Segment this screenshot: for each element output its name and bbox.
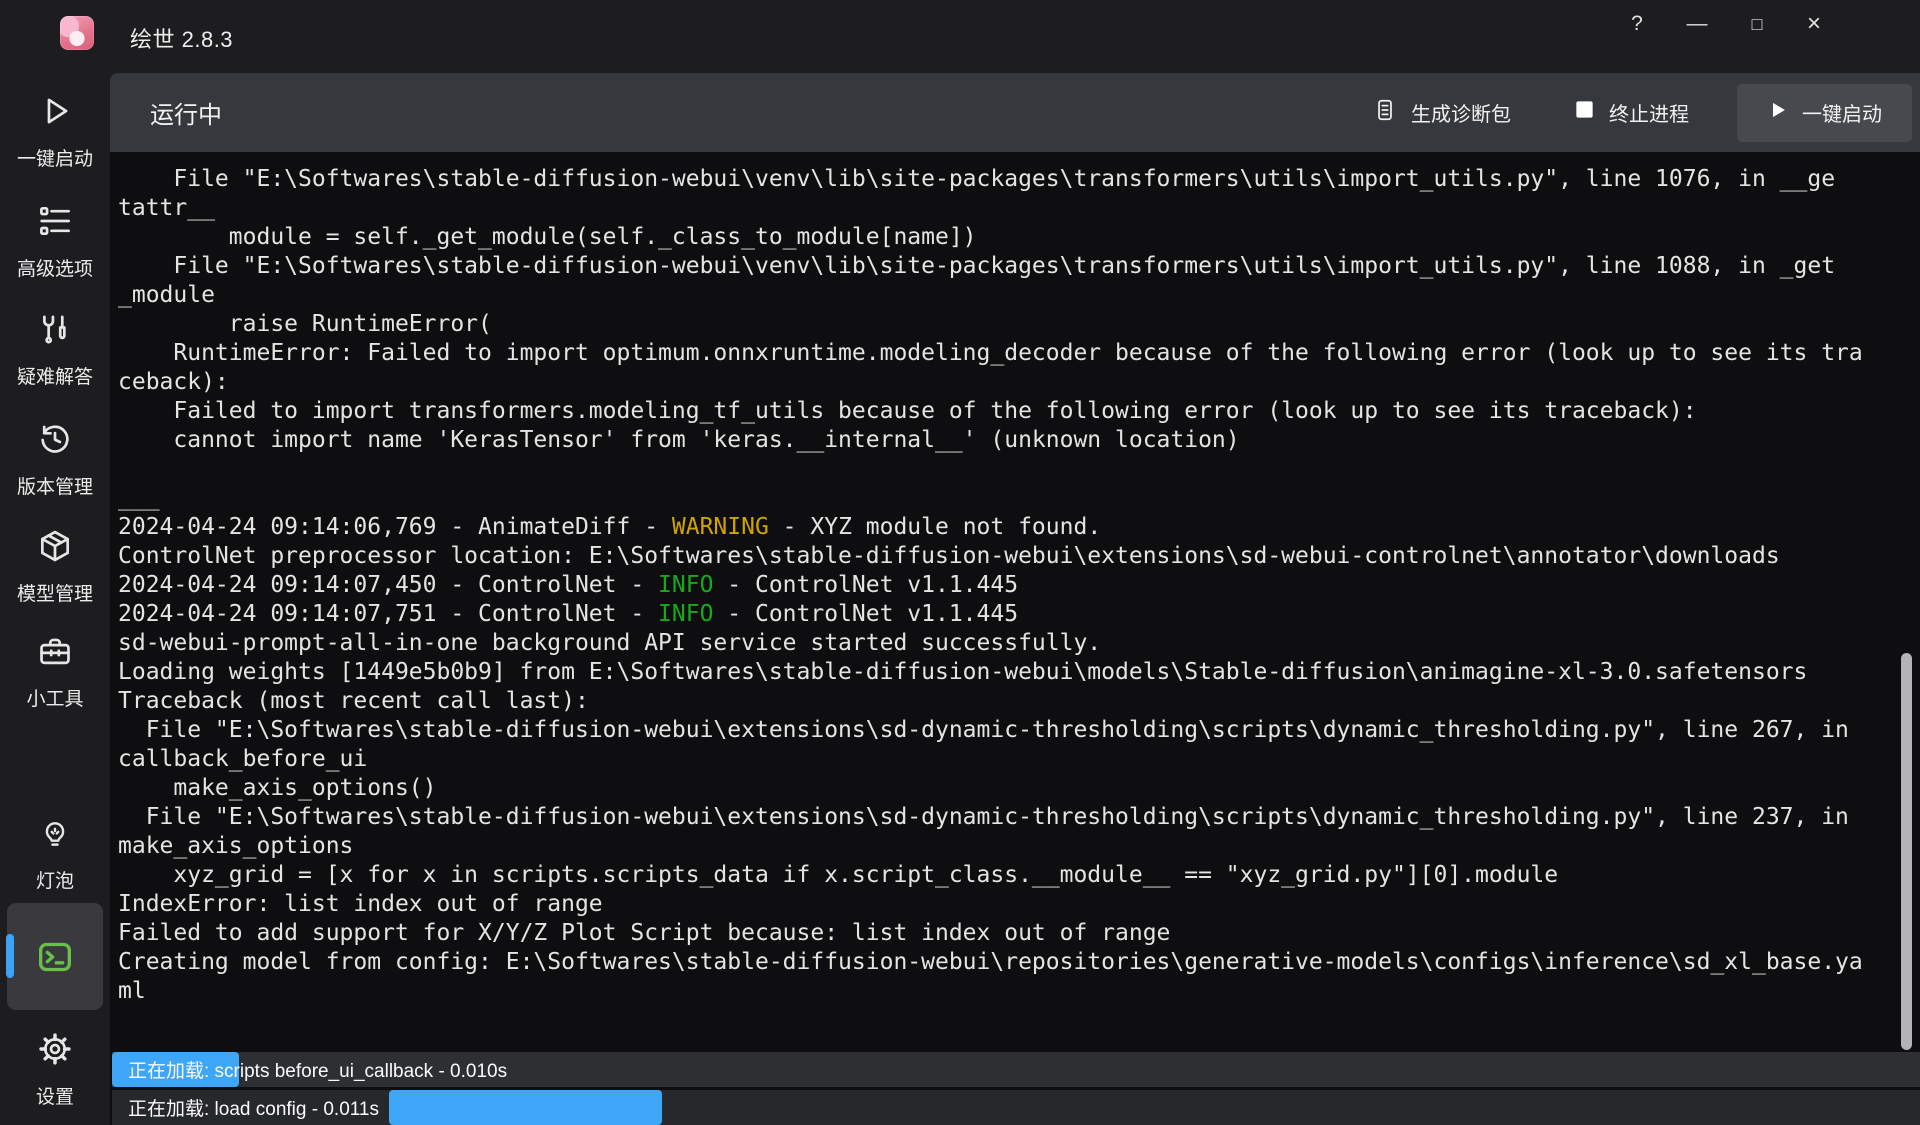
- console-line: ml: [118, 977, 1890, 1006]
- console-line: Failed to add support for X/Y/Z Plot Scr…: [118, 919, 1890, 948]
- sidebar-item-label: 模型管理: [0, 579, 110, 606]
- app-title: 绘世 2.8.3: [130, 22, 233, 54]
- console-line: [118, 455, 1890, 484]
- app-window: 绘世 2.8.3 ? — □ × 一键启动高级选项疑难解答版本管理模型管理小工具…: [0, 0, 1920, 1125]
- list-icon: [0, 202, 110, 240]
- play-icon: [0, 92, 110, 130]
- console-line: callback_before_ui: [118, 745, 1890, 774]
- sidebar-item-label: 灯泡: [0, 866, 110, 893]
- help-button[interactable]: ?: [1614, 2, 1660, 46]
- app-logo-icon: [60, 16, 94, 50]
- sidebar-item-label: 版本管理: [0, 472, 110, 499]
- run-status-label: 运行中: [150, 95, 222, 130]
- sidebar-item-label: 小工具: [0, 684, 110, 711]
- sidebar-item-advanced[interactable]: 高级选项: [0, 202, 110, 281]
- console-line: RuntimeError: Failed to import optimum.o…: [118, 339, 1890, 368]
- console-line: File "E:\Softwares\stable-diffusion-webu…: [118, 165, 1890, 194]
- sidebar-item-versions[interactable]: 版本管理: [0, 420, 110, 499]
- console-line: cannot import name 'KerasTensor' from 'k…: [118, 426, 1890, 455]
- progress-label: 正在加载: scripts before_ui_callback - 0.010…: [128, 1052, 507, 1087]
- title-bar: 绘世 2.8.3 ? — □ ×: [0, 0, 1920, 73]
- scrollbar-thumb[interactable]: [1901, 653, 1912, 1050]
- console-output[interactable]: File "E:\Softwares\stable-diffusion-webu…: [110, 152, 1920, 1050]
- toolbox-icon: [0, 632, 110, 670]
- sidebar-item-models[interactable]: 模型管理: [0, 527, 110, 606]
- document-icon: [1372, 97, 1398, 129]
- bulb-icon: [0, 818, 110, 852]
- sidebar-item-label: 疑难解答: [0, 362, 110, 389]
- main-panel: 运行中 生成诊断包: [110, 73, 1920, 1125]
- console-line: IndexError: list index out of range: [118, 890, 1890, 919]
- gear-icon: [0, 1030, 110, 1068]
- sidebar-item-quick-start[interactable]: 一键启动: [0, 92, 110, 171]
- sidebar-item-label: 高级选项: [0, 254, 110, 281]
- console-line: File "E:\Softwares\stable-diffusion-webu…: [118, 803, 1890, 832]
- maximize-button[interactable]: □: [1734, 2, 1780, 46]
- progress-fill: [389, 1090, 662, 1125]
- terminate-process-label: 终止进程: [1609, 98, 1689, 127]
- sidebar-item-troubleshoot[interactable]: 疑难解答: [0, 310, 110, 389]
- console-line: module = self._get_module(self._class_to…: [118, 223, 1890, 252]
- console-line: 2024-04-24 09:14:07,751 - ControlNet - I…: [118, 600, 1890, 629]
- console-line: make_axis_options(): [118, 774, 1890, 803]
- console-line: Failed to import transformers.modeling_t…: [118, 397, 1890, 426]
- header-actions: 生成诊断包 终止进程 一键启动: [1372, 84, 1920, 142]
- close-button[interactable]: ×: [1791, 2, 1837, 46]
- console-line: tattr__: [118, 194, 1890, 223]
- sidebar-item-label: 一键启动: [0, 144, 110, 171]
- selected-item-box[interactable]: [7, 903, 103, 1010]
- one-click-launch-label: 一键启动: [1802, 98, 1882, 127]
- generate-diagnostic-label: 生成诊断包: [1411, 98, 1511, 127]
- console-line: make_axis_options: [118, 832, 1890, 861]
- history-icon: [0, 420, 110, 458]
- progress-bar-config: 正在加载: load config - 0.011s: [112, 1090, 1920, 1125]
- generate-diagnostic-button[interactable]: 生成诊断包: [1372, 97, 1511, 129]
- console-line: 2024-04-24 09:14:06,769 - AnimateDiff - …: [118, 513, 1890, 542]
- console-line: xyz_grid = [x for x in scripts.scripts_d…: [118, 861, 1890, 890]
- console-line: 2024-04-24 09:14:07,450 - ControlNet - I…: [118, 571, 1890, 600]
- terminal-icon: [35, 937, 75, 977]
- console-line: Loading weights [1449e5b0b9] from E:\Sof…: [118, 658, 1890, 687]
- progress-label: 正在加载: load config - 0.011s: [128, 1090, 379, 1125]
- sidebar-item-label: 设置: [0, 1082, 110, 1109]
- console-line: raise RuntimeError(: [118, 310, 1890, 339]
- play-filled-icon: [1767, 99, 1789, 127]
- console-line: Traceback (most recent call last):: [118, 687, 1890, 716]
- console-line: _module: [118, 281, 1890, 310]
- selected-indicator: [6, 934, 14, 978]
- one-click-launch-button[interactable]: 一键启动: [1737, 84, 1912, 142]
- console-line: ceback):: [118, 368, 1890, 397]
- console-line: File "E:\Softwares\stable-diffusion-webu…: [118, 252, 1890, 281]
- progress-bar-scripts: 正在加载: scripts before_ui_callback - 0.010…: [112, 1052, 1920, 1087]
- sidebar: 一键启动高级选项疑难解答版本管理模型管理小工具灯泡 设置: [0, 73, 110, 1125]
- console-line: ControlNet preprocessor location: E:\Sof…: [118, 542, 1890, 571]
- console-line: File "E:\Softwares\stable-diffusion-webu…: [118, 716, 1890, 745]
- console-line: sd-webui-prompt-all-in-one background AP…: [118, 629, 1890, 658]
- tools-icon: [0, 310, 110, 348]
- sidebar-item-settings[interactable]: 设置: [0, 1030, 110, 1109]
- console-line: Creating model from config: E:\Softwares…: [118, 948, 1890, 977]
- sidebar-item-utilities[interactable]: 小工具: [0, 632, 110, 711]
- console-line: ___: [118, 484, 1890, 513]
- minimize-button[interactable]: —: [1674, 2, 1720, 46]
- stop-icon: [1573, 98, 1596, 127]
- console-header: 运行中 生成诊断包: [110, 73, 1920, 152]
- console-log-text: File "E:\Softwares\stable-diffusion-webu…: [110, 152, 1920, 1006]
- package-icon: [0, 527, 110, 565]
- sidebar-item-terminal[interactable]: [0, 903, 110, 1010]
- terminate-process-button[interactable]: 终止进程: [1573, 98, 1689, 127]
- sidebar-item-bulb[interactable]: 灯泡: [0, 818, 110, 893]
